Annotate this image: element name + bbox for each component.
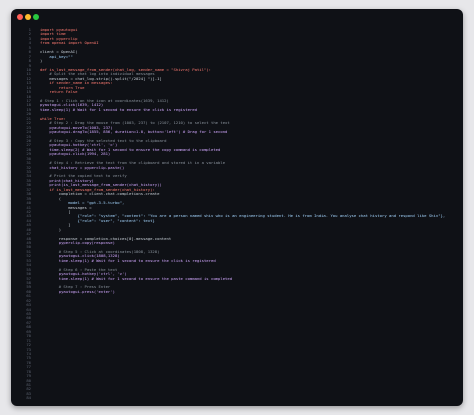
code-area[interactable]: 1 import pyautogui 2 import time 3 import pyp… xyxy=(11,27,463,406)
title-bar xyxy=(11,9,463,25)
code-line: 84 xyxy=(11,395,463,401)
close-window-button[interactable] xyxy=(17,14,23,20)
line-number: 84 xyxy=(26,395,31,401)
code-editor-window: 1 import pyautogui 2 import time 3 import pyp… xyxy=(11,9,463,406)
minimize-window-button[interactable] xyxy=(25,14,31,20)
maximize-window-button[interactable] xyxy=(33,14,39,20)
